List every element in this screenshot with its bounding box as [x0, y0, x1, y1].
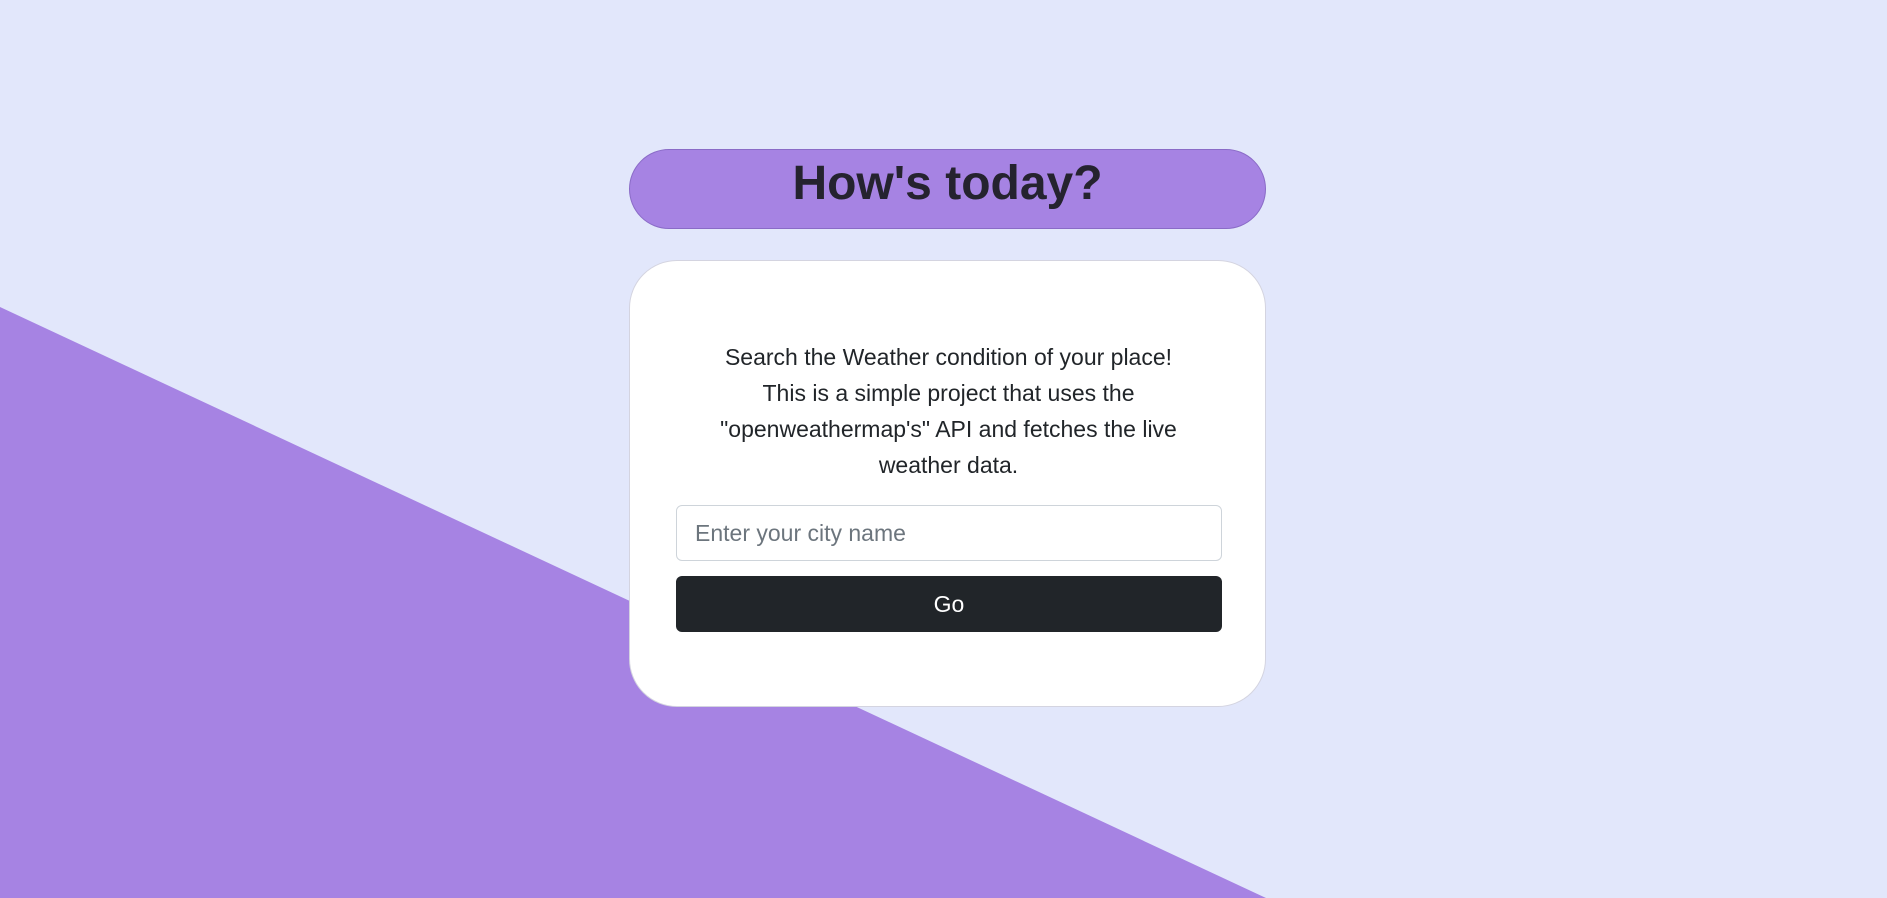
- description-line: This is a simple project that uses the: [762, 380, 1135, 406]
- title-banner: How's today?: [629, 149, 1266, 229]
- description-line: Search the Weather condition of your pla…: [724, 344, 1173, 370]
- description-text: Search the Weather condition of your pla…: [676, 339, 1221, 483]
- description-line: "openweathermap's" API and fetches the l…: [720, 416, 1177, 442]
- search-card: Search the Weather condition of your pla…: [629, 260, 1266, 707]
- description-line: weather data.: [878, 452, 1019, 478]
- city-name-input[interactable]: [676, 505, 1222, 561]
- page-title: How's today?: [792, 157, 1103, 210]
- go-button[interactable]: Go: [676, 576, 1222, 632]
